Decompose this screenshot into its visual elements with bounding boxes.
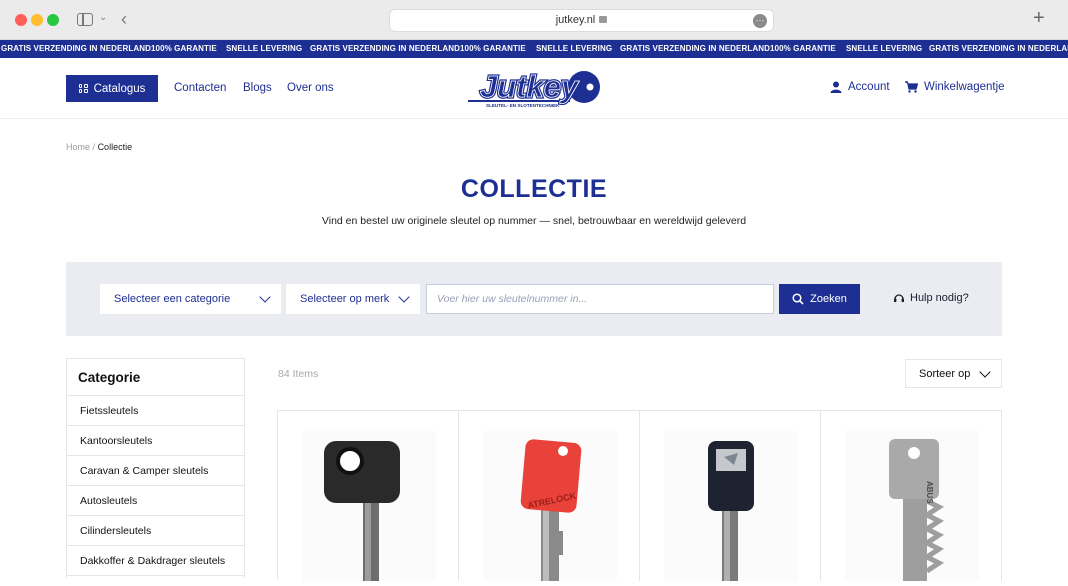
ticker-item: GRATIS VERZENDING IN NEDERLAND xyxy=(310,44,460,53)
site-header: Catalogus Contacten Blogs Over ons Jutke… xyxy=(0,58,1068,119)
category-item[interactable]: Kantoorsleutels xyxy=(67,426,244,456)
key-black-rectangular-image xyxy=(708,441,754,583)
site-logo[interactable]: Jutkey Jutkey SLEUTEL- EN SLOTENTECHNIEK xyxy=(466,67,602,109)
ticker-item: 100% GARANTIE xyxy=(151,44,217,53)
new-tab-button[interactable]: + xyxy=(1033,7,1045,30)
ticker-item: 100% GARANTIE xyxy=(460,44,526,53)
key-black-round-image xyxy=(324,441,400,583)
ticker-item: SNELLE LEVERING xyxy=(226,44,303,53)
product-card[interactable] xyxy=(640,411,821,583)
account-label: Account xyxy=(848,81,890,93)
page-subtitle: Vind en bestel uw originele sleutel op n… xyxy=(321,215,747,227)
product-card[interactable]: ABUS xyxy=(821,411,1002,583)
search-panel: Selecteer een categorie Selecteer op mer… xyxy=(66,262,1002,336)
ticker-item: GRATIS VERZENDING IN NEDERLAND xyxy=(929,44,1068,53)
category-title: Categorie xyxy=(67,359,244,396)
close-window-button[interactable] xyxy=(15,14,27,26)
product-grid: ATRELOCK ABUS xyxy=(277,410,1002,583)
account-link[interactable]: Account xyxy=(830,81,890,93)
product-image xyxy=(664,431,798,583)
sort-label: Sorteer op xyxy=(919,367,971,380)
product-image: ABUS xyxy=(845,431,979,583)
sort-dropdown[interactable]: Sorteer op xyxy=(905,359,1002,388)
key-silver-image: ABUS xyxy=(889,439,944,583)
category-item[interactable]: Autosleutels xyxy=(67,486,244,516)
url-text: jutkey.nl xyxy=(555,14,596,26)
grid-icon xyxy=(78,84,88,93)
search-button[interactable]: Zoeken xyxy=(779,284,860,314)
brand-select[interactable]: Selecteer op merk xyxy=(286,284,420,314)
category-item[interactable]: Dakkoffer & Dakdrager sleutels xyxy=(67,546,244,576)
more-icon[interactable]: ··· xyxy=(753,14,767,28)
category-select[interactable]: Selecteer een categorie xyxy=(100,284,281,314)
nav-blogs[interactable]: Blogs xyxy=(243,82,272,94)
address-bar[interactable]: jutkey.nl ··· xyxy=(389,9,774,32)
cart-link[interactable]: Winkelwagentje xyxy=(905,81,1005,93)
sidebar-toggle-icon[interactable] xyxy=(77,13,93,26)
jutkey-logo: Jutkey Jutkey SLEUTEL- EN SLOTENTECHNIEK xyxy=(468,67,600,108)
chevron-down-icon xyxy=(979,365,991,378)
chevron-down-icon xyxy=(398,291,410,303)
search-button-label: Zoeken xyxy=(810,293,847,305)
category-select-label: Selecteer een categorie xyxy=(114,293,231,305)
search-icon xyxy=(792,293,804,305)
breadcrumb-home[interactable]: Home xyxy=(66,142,90,152)
maximize-window-button[interactable] xyxy=(47,14,59,26)
breadcrumb-separator: / xyxy=(92,142,96,152)
ticker-item: 100% GARANTIE xyxy=(770,44,836,53)
announcement-ticker: GRATIS VERZENDING IN NEDERLAND 100% GARA… xyxy=(0,40,1068,58)
breadcrumb-current: Collectie xyxy=(97,142,133,152)
chevron-down-icon[interactable]: ⌄ xyxy=(99,12,107,23)
category-item[interactable]: Cilindersleutels xyxy=(67,516,244,546)
ticker-item: GRATIS VERZENDING IN NEDERLAND xyxy=(620,44,770,53)
key-number-search-input[interactable] xyxy=(426,284,774,314)
product-image: ATRELOCK xyxy=(483,431,617,583)
nav-contacten[interactable]: Contacten xyxy=(174,82,226,94)
nav-over-ons[interactable]: Over ons xyxy=(287,82,334,94)
key-brand-text: ABUS xyxy=(925,481,934,504)
key-red-image: ATRELOCK xyxy=(520,439,582,583)
product-card[interactable]: ATRELOCK xyxy=(459,411,640,583)
product-image xyxy=(302,431,436,583)
svg-text:Jutkey: Jutkey xyxy=(480,69,580,104)
minimize-window-button[interactable] xyxy=(31,14,43,26)
cart-icon xyxy=(905,81,918,93)
headset-icon xyxy=(894,294,904,303)
browser-toolbar: ⌄ ‹ jutkey.nl ··· + xyxy=(0,0,1068,40)
category-item[interactable]: Fietssleutels xyxy=(67,396,244,426)
back-button[interactable]: ‹ xyxy=(121,9,127,30)
cart-label: Winkelwagentje xyxy=(924,81,1005,93)
svg-text:SLEUTEL- EN SLOTENTECHNIEK: SLEUTEL- EN SLOTENTECHNIEK xyxy=(486,103,560,108)
ticker-item: GRATIS VERZENDING IN NEDERLAND xyxy=(1,44,151,53)
breadcrumb: Home / Collectie xyxy=(66,142,132,152)
items-count: 84 Items xyxy=(278,368,319,380)
lock-icon xyxy=(599,16,608,23)
brand-select-label: Selecteer op merk xyxy=(300,293,390,305)
help-label: Hulp nodig? xyxy=(910,292,969,304)
help-link[interactable]: Hulp nodig? xyxy=(893,292,969,304)
page-title: COLLECTIE xyxy=(460,175,608,203)
product-card[interactable] xyxy=(278,411,459,583)
category-item[interactable]: Caravan & Camper sleutels xyxy=(67,456,244,486)
user-icon xyxy=(830,81,842,93)
catalog-label: Catalogus xyxy=(93,82,146,95)
ticker-item: SNELLE LEVERING xyxy=(846,44,923,53)
chevron-down-icon xyxy=(259,291,271,303)
ticker-item: SNELLE LEVERING xyxy=(536,44,613,53)
catalog-button[interactable]: Catalogus xyxy=(66,75,158,102)
category-sidebar: Categorie Fietssleutels Kantoorsleutels … xyxy=(66,358,245,578)
